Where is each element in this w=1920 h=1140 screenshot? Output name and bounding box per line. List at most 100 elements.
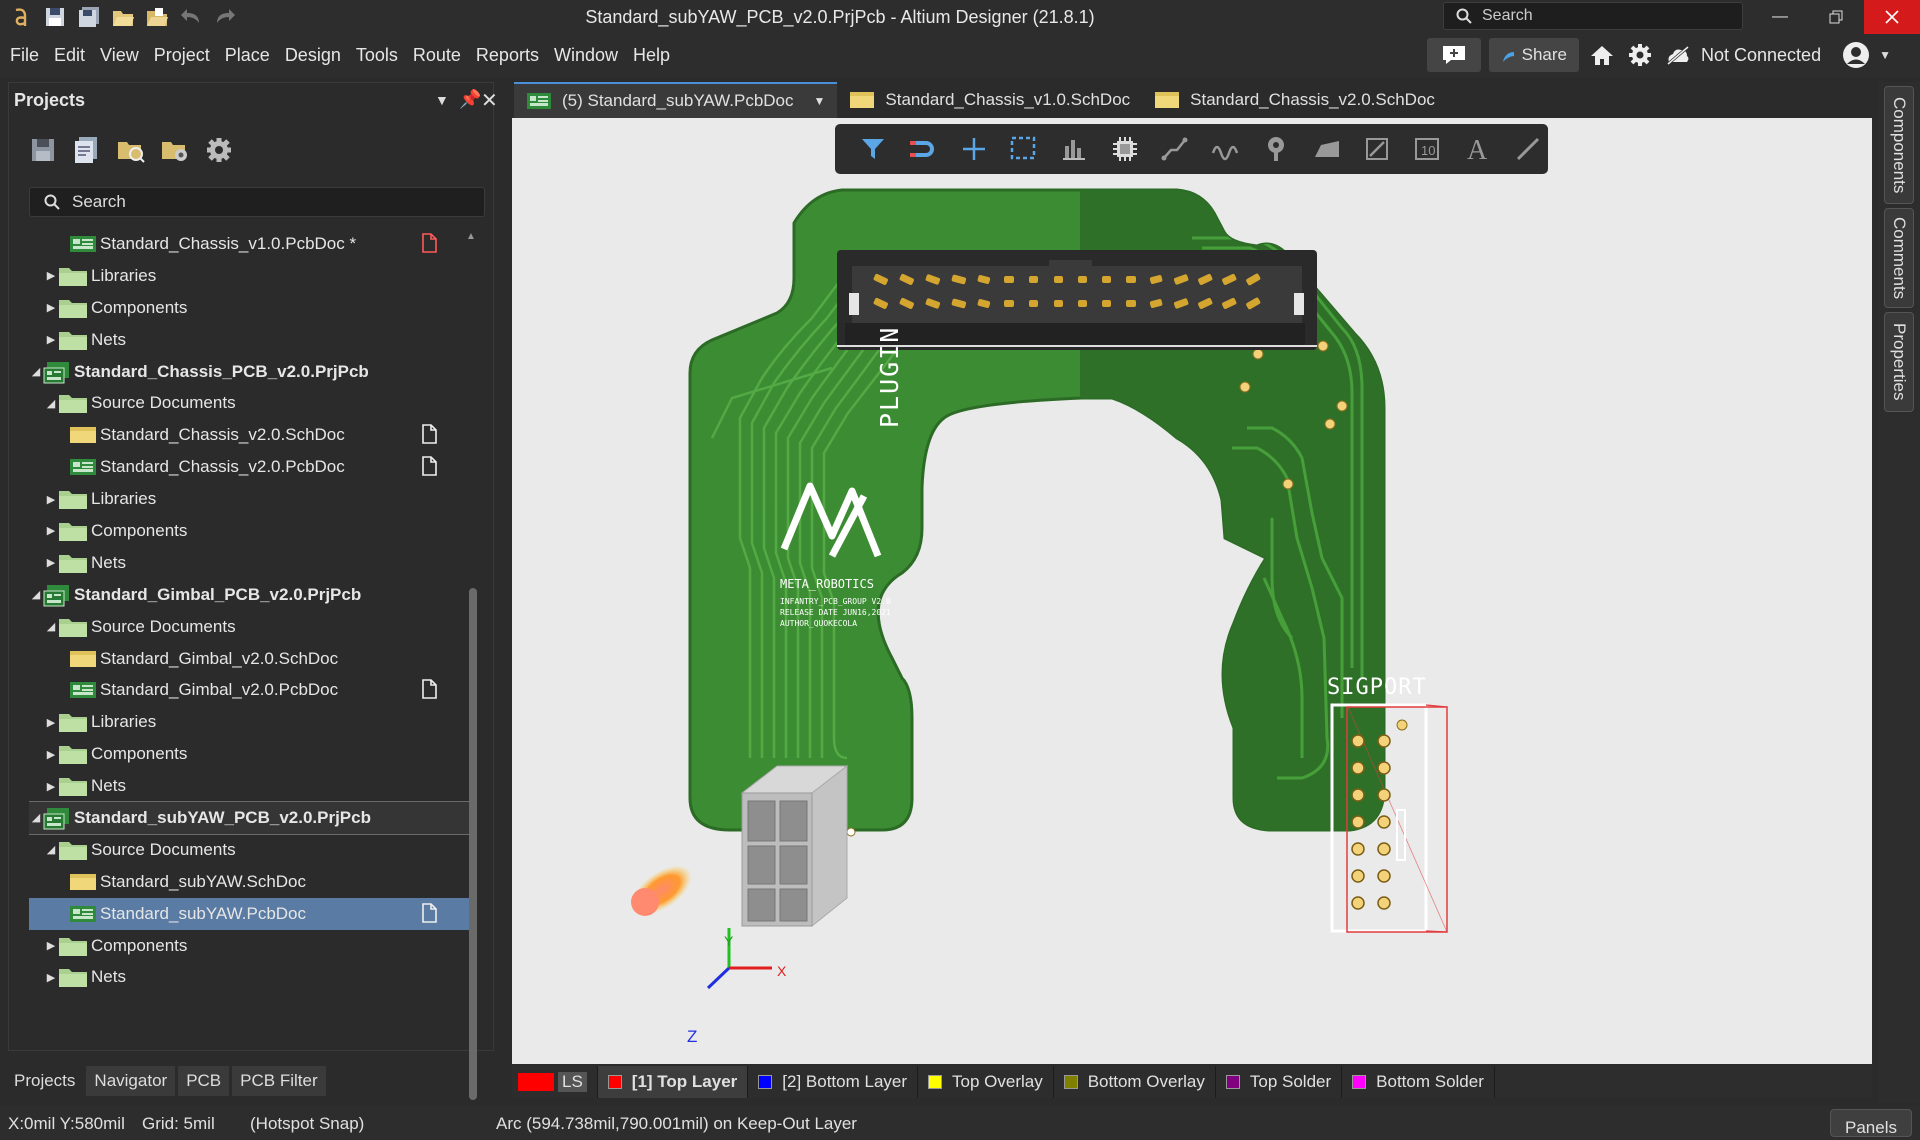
collapse-arrow-icon[interactable]: ◢ [29, 365, 43, 378]
layer-tab-top-layer[interactable]: [1] Top Layer [597, 1066, 749, 1098]
menu-project[interactable]: Project [154, 45, 210, 66]
settings-gear-icon[interactable] [1625, 39, 1655, 71]
tree-item[interactable]: Standard_Gimbal_v2.0.SchDoc [29, 643, 469, 675]
user-avatar-icon[interactable] [1841, 39, 1871, 71]
tab-pcb[interactable]: PCB [178, 1066, 230, 1096]
minimize-button[interactable]: — [1752, 0, 1808, 34]
collapse-arrow-icon[interactable]: ◢ [44, 843, 58, 856]
tree-item[interactable]: Standard_Chassis_v2.0.PcbDoc [29, 451, 469, 483]
tree-item[interactable]: ◢ Source Documents [29, 387, 469, 419]
place-via-icon[interactable] [1256, 129, 1295, 169]
place-string-icon[interactable]: A [1458, 129, 1497, 169]
tab-components[interactable]: Components [1884, 86, 1914, 204]
close-panel-icon[interactable]: ✕ [481, 88, 498, 113]
expand-arrow-icon[interactable]: ▶ [44, 524, 58, 537]
expand-arrow-icon[interactable]: ▶ [44, 333, 58, 346]
tree-item[interactable]: ▶ Nets [29, 770, 469, 802]
place-component-icon[interactable] [1105, 129, 1144, 169]
tree-item[interactable]: Standard_Chassis_v2.0.SchDoc [29, 419, 469, 451]
tree-item[interactable]: ▶ Components [29, 292, 469, 324]
expand-arrow-icon[interactable]: ▶ [44, 269, 58, 282]
tree-item[interactable]: ▶ Nets [29, 324, 469, 356]
expand-arrow-icon[interactable]: ▶ [44, 748, 58, 761]
layer-tab-bottom-overlay[interactable]: Bottom Overlay [1054, 1066, 1216, 1098]
tree-item[interactable]: ▶ Nets [29, 961, 469, 993]
add-comment-button[interactable] [1427, 38, 1481, 72]
tree-item[interactable]: ◢ Standard_Gimbal_PCB_v2.0.PrjPcb [29, 579, 469, 611]
collapse-arrow-icon[interactable]: ◢ [44, 397, 58, 410]
place-keepout-icon[interactable] [1357, 129, 1396, 169]
interactive-routing-magnet-icon[interactable] [903, 129, 942, 169]
tree-item[interactable]: ▶ Components [29, 515, 469, 547]
tree-item[interactable]: ▶ Components [29, 930, 469, 962]
route-track-icon[interactable] [1156, 129, 1195, 169]
layer-tab-bottom-layer[interactable]: [2] Bottom Layer [748, 1066, 919, 1098]
align-icon[interactable] [1055, 129, 1094, 169]
place-line-icon[interactable] [1508, 129, 1547, 169]
tree-item[interactable]: Standard_subYAW.SchDoc [29, 866, 469, 898]
place-polygon-icon[interactable] [1307, 129, 1346, 169]
tree-item[interactable]: ▶ Nets [29, 547, 469, 579]
panels-button[interactable]: Panels [1830, 1109, 1912, 1137]
layer-set-tab[interactable]: LS [512, 1066, 598, 1098]
menu-file[interactable]: File [10, 45, 39, 66]
project-tree-scrollbar[interactable]: ▲ ▼ [466, 231, 478, 1119]
scroll-up-arrow-icon[interactable]: ▲ [466, 231, 476, 242]
menu-help[interactable]: Help [633, 45, 670, 66]
place-dimension-icon[interactable]: 10 [1408, 129, 1447, 169]
menu-design[interactable]: Design [285, 45, 341, 66]
expand-arrow-icon[interactable]: ▶ [44, 939, 58, 952]
move-crosshair-icon[interactable] [954, 129, 993, 169]
tree-item[interactable]: Standard_subYAW.PcbDoc [29, 897, 469, 930]
pcb-board-3d-view[interactable]: PLUGIN META_ROBOTICS INFANTRY_PCB_GROUP … [512, 118, 1872, 1064]
user-menu-chevron-icon[interactable]: ▼ [1879, 48, 1891, 62]
expand-arrow-icon[interactable]: ▶ [44, 971, 58, 984]
scroll-thumb[interactable] [469, 588, 477, 1100]
menu-route[interactable]: Route [413, 45, 461, 66]
layer-tab-bottom-solder[interactable]: Bottom Solder [1342, 1066, 1495, 1098]
expand-arrow-icon[interactable]: ▶ [44, 301, 58, 314]
select-area-icon[interactable] [1004, 129, 1043, 169]
tree-item[interactable]: ▶ Libraries [29, 706, 469, 738]
doc-tab-subyaw-pcbdoc[interactable]: (5) Standard_subYAW.PcbDoc ▼ [514, 82, 838, 118]
collapse-arrow-icon[interactable]: ◢ [29, 811, 43, 824]
tree-item[interactable]: ▶ Libraries [29, 483, 469, 515]
menu-view[interactable]: View [100, 45, 139, 66]
collapse-arrow-icon[interactable]: ◢ [29, 588, 43, 601]
menu-edit[interactable]: Edit [54, 45, 85, 66]
expand-arrow-icon[interactable]: ▶ [44, 716, 58, 729]
save-project-icon[interactable] [27, 134, 59, 166]
filter-icon[interactable] [853, 129, 892, 169]
tree-item[interactable]: Standard_Chassis_v1.0.PcbDoc * [29, 228, 469, 260]
panel-menu-chevron-icon[interactable]: ▼ [435, 92, 449, 108]
global-search-input[interactable]: Search [1443, 2, 1743, 30]
menu-window[interactable]: Window [554, 45, 618, 66]
layer-tab-top-solder[interactable]: Top Solder [1216, 1066, 1343, 1098]
collapse-arrow-icon[interactable]: ◢ [44, 620, 58, 633]
doc-tab-chassis-v2-schdoc[interactable]: Standard_Chassis_v2.0.SchDoc [1142, 82, 1447, 118]
tree-item[interactable]: ◢ Standard_Chassis_PCB_v2.0.PrjPcb [29, 356, 469, 388]
expand-arrow-icon[interactable]: ▶ [44, 493, 58, 506]
share-button[interactable]: Share [1489, 38, 1579, 72]
layer-tab-top-overlay[interactable]: Top Overlay [918, 1066, 1054, 1098]
expand-arrow-icon[interactable]: ▶ [44, 780, 58, 793]
compile-project-icon[interactable] [71, 134, 103, 166]
tab-pcb-filter[interactable]: PCB Filter [232, 1066, 326, 1096]
tab-projects[interactable]: Projects [6, 1066, 84, 1096]
tab-comments[interactable]: Comments [1884, 208, 1914, 308]
project-options-folder-icon[interactable] [159, 134, 191, 166]
tree-item[interactable]: Standard_Gimbal_v2.0.PcbDoc [29, 674, 469, 706]
menu-place[interactable]: Place [225, 45, 270, 66]
doc-tab-chassis-v1-schdoc[interactable]: Standard_Chassis_v1.0.SchDoc [837, 82, 1142, 118]
tree-item[interactable]: ◢ Source Documents [29, 834, 469, 866]
tree-item[interactable]: ◢ Standard_subYAW_PCB_v2.0.PrjPcb [29, 801, 469, 835]
close-window-button[interactable] [1864, 0, 1920, 34]
projects-search-input[interactable]: Search [29, 187, 485, 217]
expand-arrow-icon[interactable]: ▶ [44, 556, 58, 569]
tree-item[interactable]: ◢ Source Documents [29, 611, 469, 643]
tree-item[interactable]: ▶ Libraries [29, 260, 469, 292]
connection-status[interactable]: Not Connected [1701, 45, 1821, 66]
restore-button[interactable] [1808, 0, 1864, 34]
tab-properties[interactable]: Properties [1884, 312, 1914, 412]
tab-navigator[interactable]: Navigator [86, 1066, 176, 1096]
